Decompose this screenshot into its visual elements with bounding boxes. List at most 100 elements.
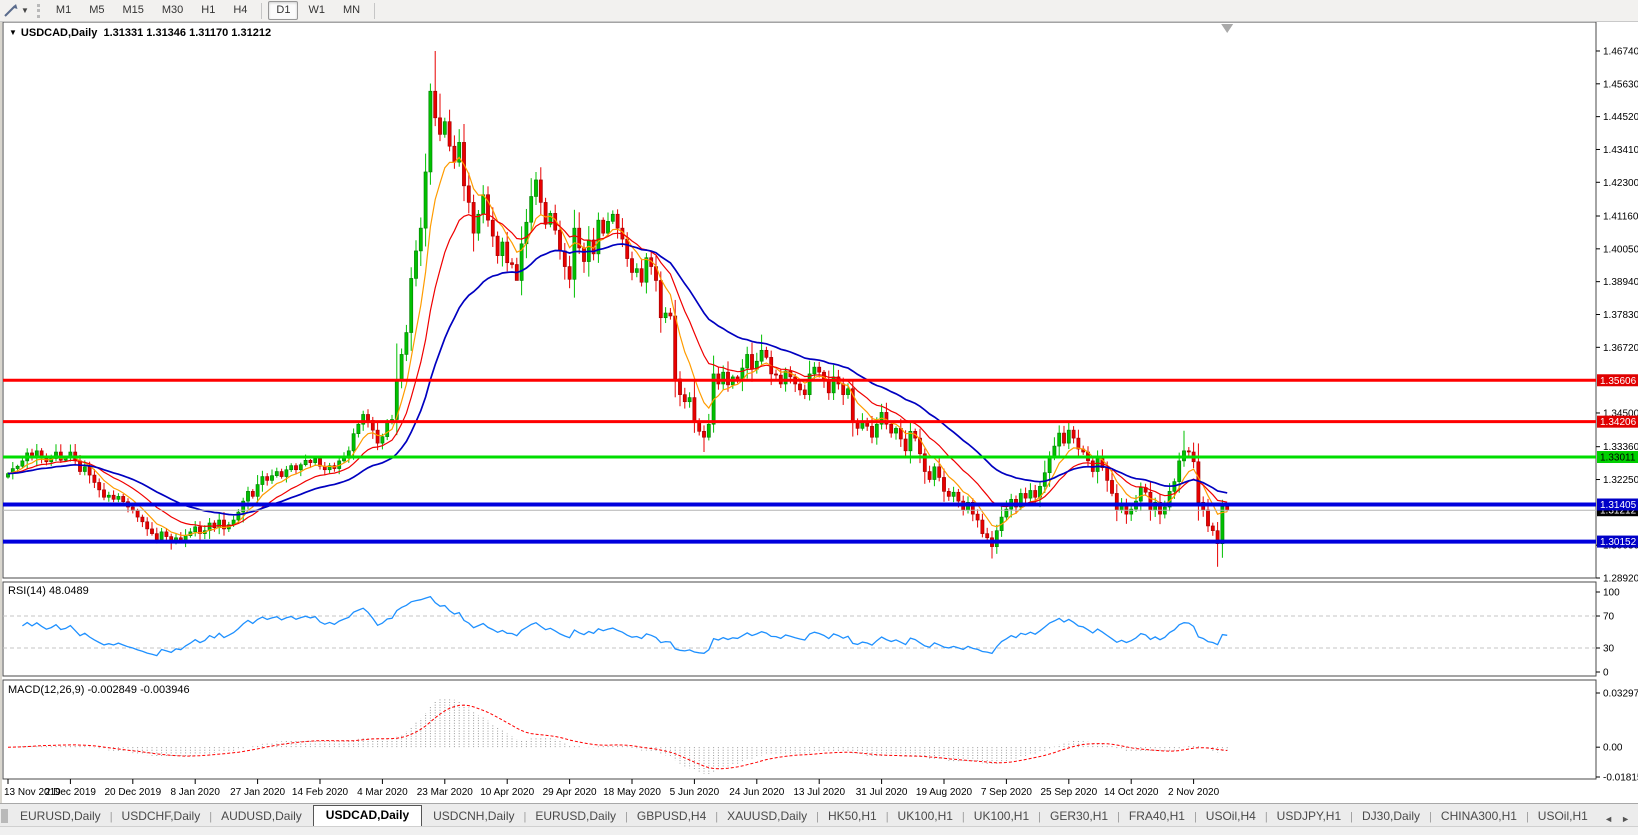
svg-text:14 Feb 2020: 14 Feb 2020: [292, 787, 349, 798]
tab-hk50-h1[interactable]: HK50,H1: [819, 807, 886, 827]
svg-text:4 Mar 2020: 4 Mar 2020: [357, 787, 408, 798]
tab-xauusd-daily[interactable]: XAUUSD,Daily: [718, 807, 816, 827]
svg-text:1.33011: 1.33011: [1600, 453, 1636, 464]
svg-text:-0.01815: -0.01815: [1603, 773, 1638, 784]
level-price-tag-1.31405: 1.31405: [1597, 498, 1638, 511]
svg-text:7 Sep 2020: 7 Sep 2020: [981, 787, 1033, 798]
timeframe-button-MN[interactable]: MN: [335, 1, 368, 20]
svg-text:1.45630: 1.45630: [1603, 79, 1638, 90]
svg-text:8 Jan 2020: 8 Jan 2020: [170, 787, 220, 798]
svg-text:10 Apr 2020: 10 Apr 2020: [480, 787, 534, 798]
level-price-tag-1.34206: 1.34206: [1597, 415, 1638, 428]
trendline-tool-icon[interactable]: [2, 3, 20, 19]
tab-usdcad-daily[interactable]: USDCAD,Daily: [312, 805, 423, 827]
tab-usoil-h1[interactable]: USOil,H1: [1529, 807, 1597, 827]
svg-text:1.41160: 1.41160: [1603, 212, 1638, 223]
chart-tabs: EURUSD,Daily | USDCHF,Daily | AUDUSD,Daily US…: [11, 805, 1597, 827]
svg-text:1.46740: 1.46740: [1603, 46, 1638, 57]
svg-text:1.37830: 1.37830: [1603, 310, 1638, 321]
chart-symbol: USDCAD,Daily: [20, 27, 98, 39]
svg-text:29 Apr 2020: 29 Apr 2020: [543, 787, 597, 798]
timeframe-button-H1[interactable]: H1: [193, 1, 223, 20]
level-price-tag-1.30152: 1.30152: [1597, 535, 1638, 548]
tab-usdjpy-h1[interactable]: USDJPY,H1: [1268, 807, 1350, 827]
svg-text:24 Jun 2020: 24 Jun 2020: [729, 787, 784, 798]
chart-ohlc-values: 1.31331 1.31346 1.31170 1.31212: [103, 27, 272, 39]
tab-eurusd-daily[interactable]: EURUSD,Daily: [11, 807, 110, 827]
symbol-dropdown-icon[interactable]: ▼: [9, 28, 17, 37]
svg-text:70: 70: [1603, 612, 1615, 623]
tab-fra40-h1[interactable]: FRA40,H1: [1120, 807, 1194, 827]
chart-title: ▼ USDCAD,Daily 1.31331 1.31346 1.31170 1.…: [9, 27, 271, 39]
timeframe-button-D1[interactable]: D1: [268, 1, 299, 20]
svg-text:1.40050: 1.40050: [1603, 244, 1638, 255]
macd-panel-border: [2, 679, 1597, 780]
chart-tabbar: EURUSD,Daily | USDCHF,Daily | AUDUSD,Daily US…: [0, 803, 1638, 827]
window-left-edge: [0, 21, 2, 803]
svg-text:1.34206: 1.34206: [1600, 417, 1637, 428]
timeframe-buttons: M1 M5 M15 M30 H1 H4 D1 W1 MN: [47, 1, 369, 20]
svg-text:27 Jan 2020: 27 Jan 2020: [230, 787, 285, 798]
timeframe-button-M30[interactable]: M30: [154, 1, 191, 20]
tab-scroll-right-icon[interactable]: ►: [1621, 814, 1630, 824]
tab-ger30-h1[interactable]: GER30,H1: [1041, 807, 1117, 827]
tab-usdcnh-daily[interactable]: USDCNH,Daily: [424, 807, 523, 827]
timeframe-button-M5[interactable]: M5: [81, 1, 112, 20]
svg-text:14 Oct 2020: 14 Oct 2020: [1104, 787, 1159, 798]
tab-uk100-h1[interactable]: UK100,H1: [965, 807, 1038, 827]
tab-china300-h1[interactable]: CHINA300,H1: [1432, 807, 1526, 827]
svg-text:1.44520: 1.44520: [1603, 112, 1638, 123]
svg-text:18 May 2020: 18 May 2020: [603, 787, 661, 798]
svg-text:25 Sep 2020: 25 Sep 2020: [1040, 787, 1097, 798]
svg-text:1.36720: 1.36720: [1603, 343, 1638, 354]
svg-text:0.00: 0.00: [1603, 743, 1623, 754]
svg-text:1.43410: 1.43410: [1603, 145, 1638, 156]
svg-text:2 Dec 2019: 2 Dec 2019: [45, 787, 97, 798]
svg-text:30: 30: [1603, 644, 1615, 655]
toolbar-separator: [261, 2, 263, 19]
svg-text:100: 100: [1603, 588, 1620, 599]
svg-text:1.38940: 1.38940: [1603, 277, 1638, 288]
tab-gbpusd-h4[interactable]: GBPUSD,H4: [628, 807, 715, 827]
macd-indicator-label: MACD(12,26,9) -0.002849 -0.003946: [8, 684, 190, 696]
main-panel-border: [2, 21, 1597, 579]
timeframe-button-W1[interactable]: W1: [300, 1, 333, 20]
tab-audusd-daily[interactable]: AUDUSD,Daily: [212, 807, 311, 827]
timeframe-button-H4[interactable]: H4: [225, 1, 255, 20]
svg-text:2 Nov 2020: 2 Nov 2020: [1168, 787, 1220, 798]
svg-text:20 Dec 2019: 20 Dec 2019: [104, 787, 161, 798]
tab-scroll-left-icon[interactable]: ◄: [1604, 814, 1613, 824]
tab-uk100-h1[interactable]: UK100,H1: [889, 807, 962, 827]
trading-terminal: { "toolbar": { "tool_icon": "trendline-t…: [0, 0, 1638, 835]
timeframe-button-M1[interactable]: M1: [48, 1, 79, 20]
svg-text:31 Jul 2020: 31 Jul 2020: [856, 787, 908, 798]
chart-canvas[interactable]: 1.46740 1.45630 1.44520 1.43410 1.42300 1.411…: [0, 0, 1638, 803]
tab-dj30-daily[interactable]: DJ30,Daily: [1353, 807, 1429, 827]
timeframe-button-M15[interactable]: M15: [114, 1, 151, 20]
svg-text:13 Jul 2020: 13 Jul 2020: [793, 787, 845, 798]
svg-text:1.42300: 1.42300: [1603, 178, 1638, 189]
svg-text:23 Mar 2020: 23 Mar 2020: [417, 787, 474, 798]
level-price-tag-1.33011: 1.33011: [1597, 451, 1638, 464]
rsi-indicator-label: RSI(14) 48.0489: [8, 585, 89, 597]
tabbar-stub: [1, 809, 8, 823]
tab-usdchf-daily[interactable]: USDCHF,Daily: [113, 807, 210, 827]
svg-text:1.31405: 1.31405: [1600, 500, 1637, 511]
price-axis[interactable]: 1.46740 1.45630 1.44520 1.43410 1.42300 1.411…: [1596, 46, 1638, 784]
toolbar-drag-handle[interactable]: [36, 3, 40, 18]
tab-eurusd-daily[interactable]: EURUSD,Daily: [526, 807, 625, 827]
svg-text:1.30152: 1.30152: [1600, 537, 1637, 548]
svg-text:1.28920: 1.28920: [1603, 574, 1638, 585]
svg-text:0.032972: 0.032972: [1603, 689, 1638, 700]
date-axis[interactable]: 13 Nov 20192 Dec 2019 20 Dec 2019 8 Jan 20…: [4, 779, 1220, 798]
svg-text:5 Jun 2020: 5 Jun 2020: [670, 787, 720, 798]
level-price-tag-1.35606: 1.35606: [1597, 374, 1638, 387]
period-toolbar: ▼ M1 M5 M15 M30 H1 H4 D1 W1 MN: [0, 0, 1638, 22]
svg-text:1.32250: 1.32250: [1603, 475, 1638, 486]
tab-usoil-h4[interactable]: USOil,H4: [1197, 807, 1265, 827]
svg-text:1.35606: 1.35606: [1600, 376, 1637, 387]
toolbar-separator: [374, 2, 376, 19]
caret-down-icon[interactable]: ▼: [21, 6, 29, 15]
svg-text:19 Aug 2020: 19 Aug 2020: [916, 787, 973, 798]
svg-text:0: 0: [1603, 668, 1609, 679]
